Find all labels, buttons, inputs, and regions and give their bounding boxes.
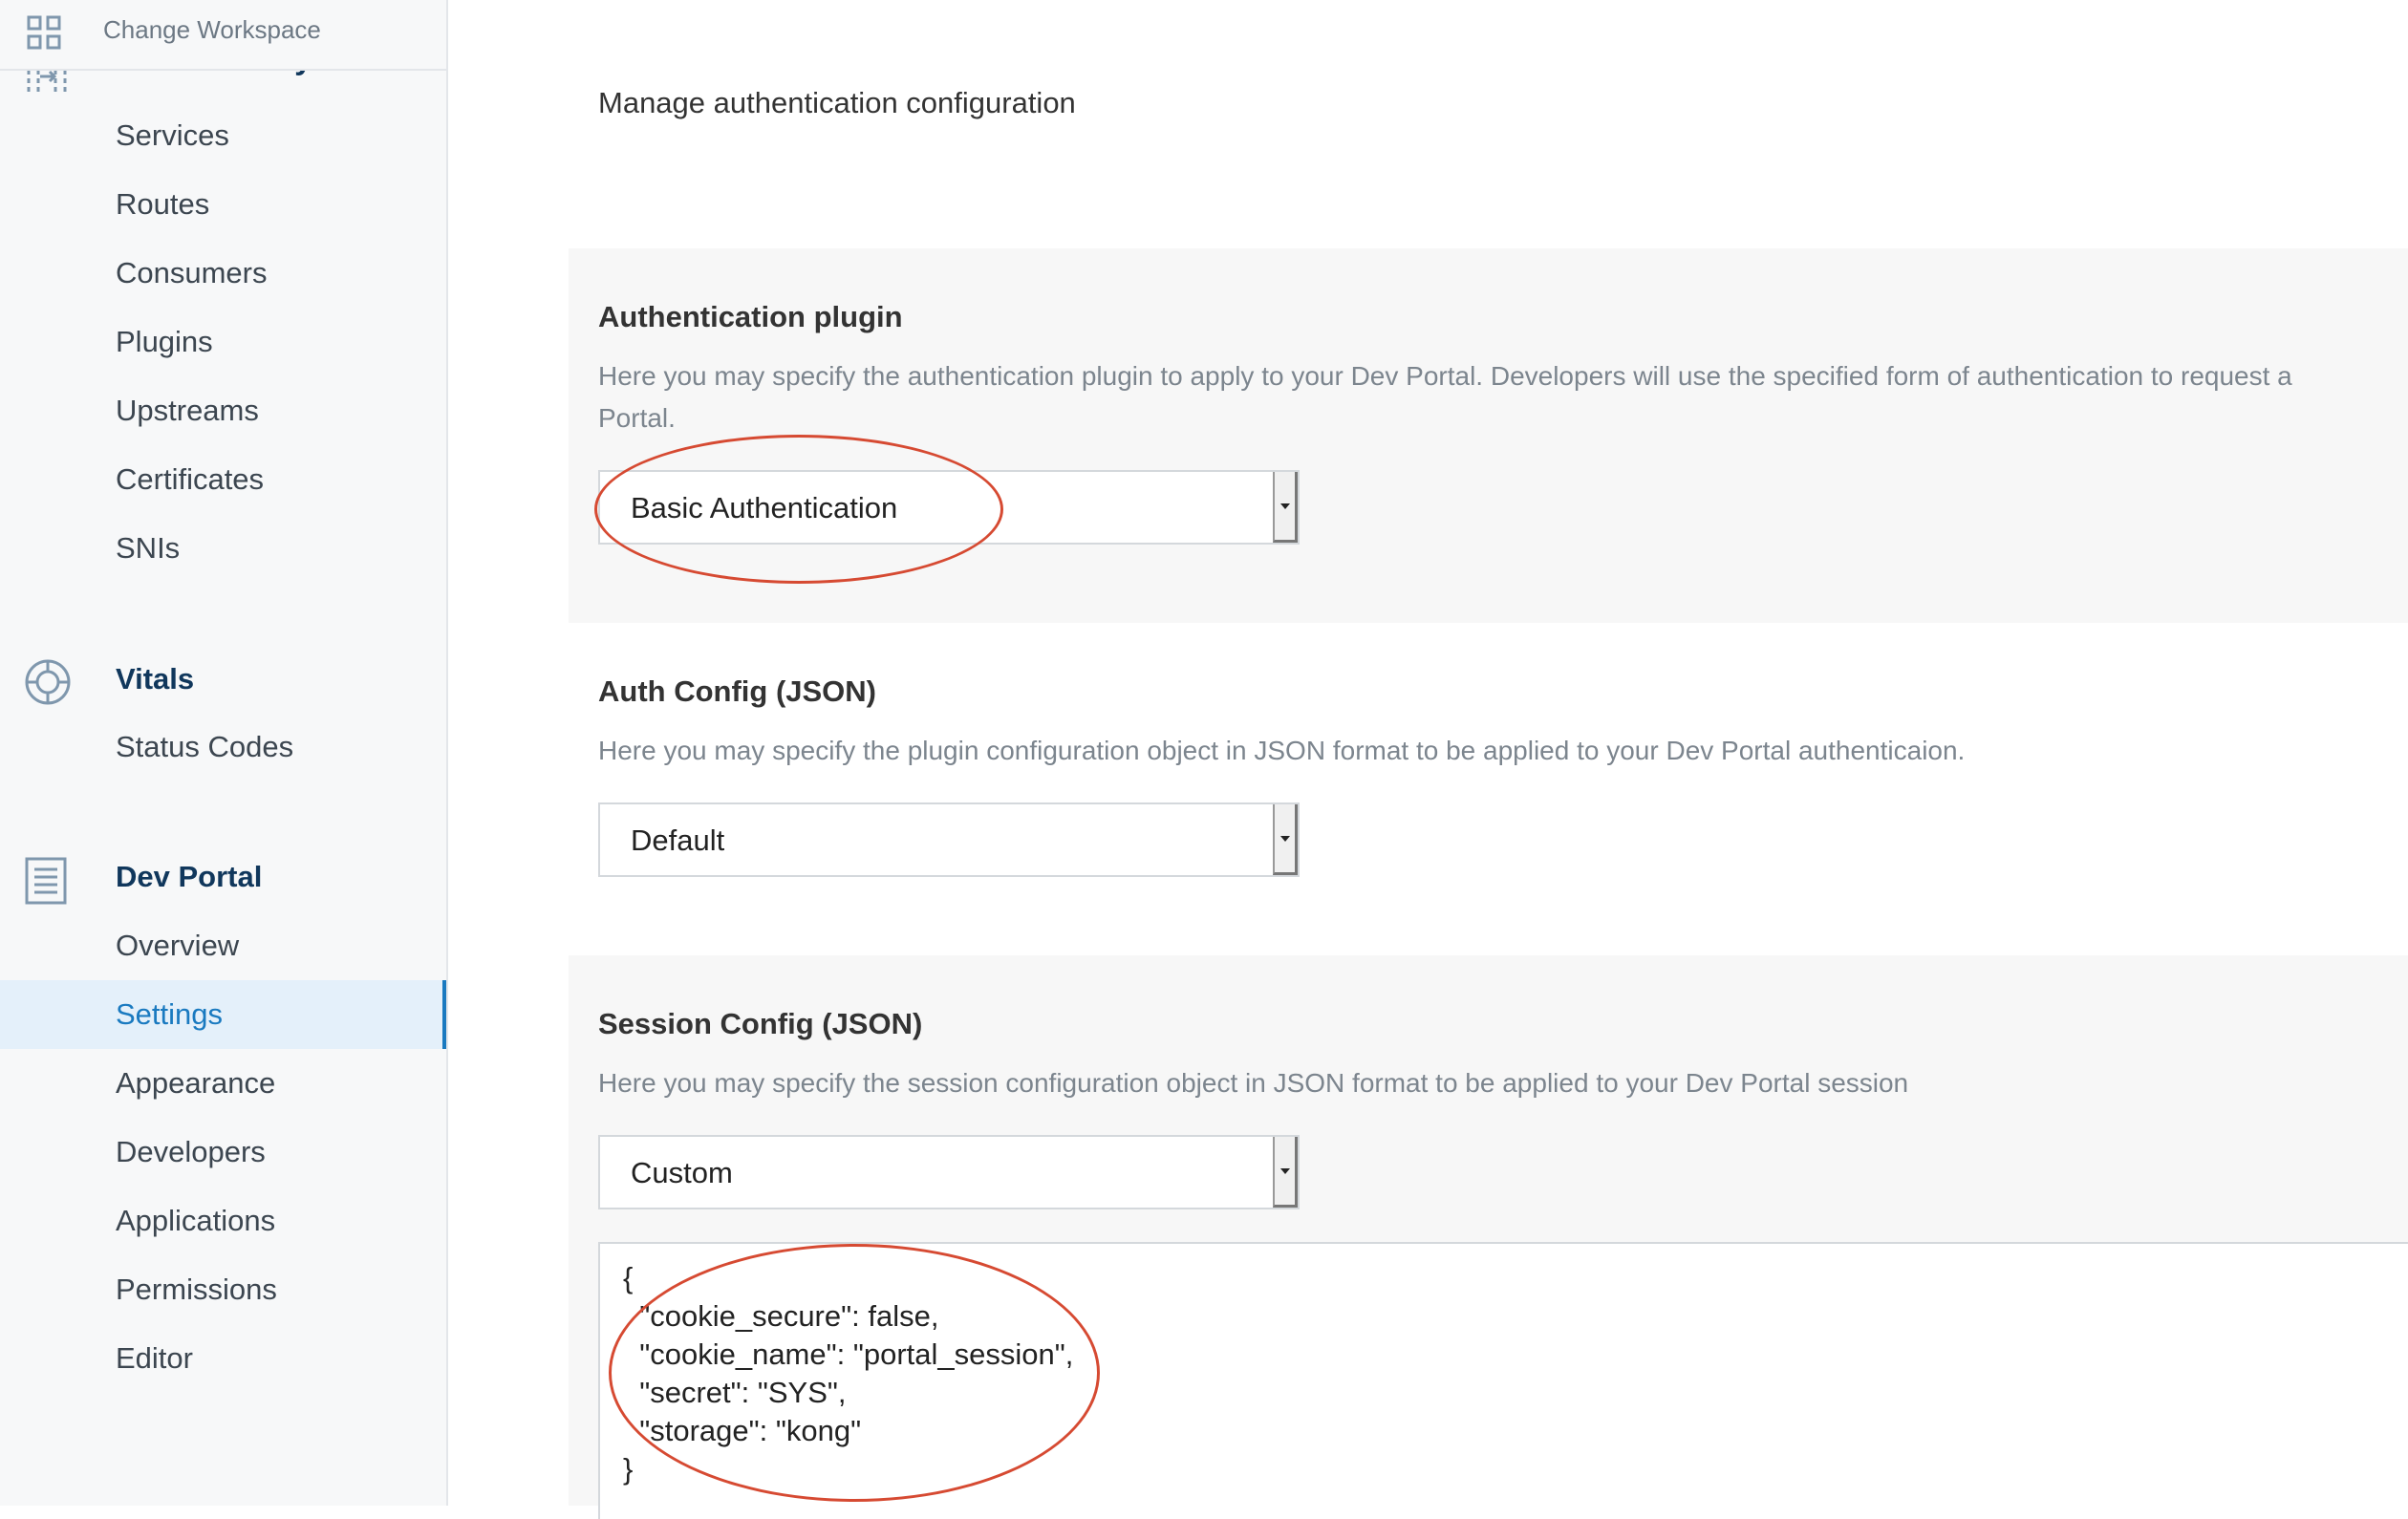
grid-icon: [27, 15, 61, 54]
sidebar-item-applications[interactable]: Applications: [0, 1187, 446, 1255]
sidebar-item-developers[interactable]: Developers: [0, 1118, 446, 1187]
auth-plugin-title: Authentication plugin: [598, 300, 903, 333]
sidebar-item-label: Settings: [116, 997, 224, 1031]
sidebar-item-snis[interactable]: SNIs: [0, 514, 446, 583]
sidebar-item-label: SNIs: [116, 531, 181, 565]
sidebar-item-label: Upstreams: [116, 394, 259, 427]
sidebar-item-label: Routes: [116, 187, 210, 221]
auth-plugin-description: Here you may specify the authentication …: [598, 355, 2408, 439]
session-config-selected-value: Custom: [631, 1156, 733, 1189]
code-line: "cookie_secure": false,: [623, 1299, 939, 1333]
sidebar-item-label: Developers: [116, 1135, 266, 1168]
auth-plugin-desc-line1: Here you may specify the authentication …: [598, 361, 2292, 391]
sidebar-item-label: Editor: [116, 1341, 193, 1375]
main-content: Manage authentication configuration Auth…: [448, 0, 2408, 1519]
sidebar-item-label: Appearance: [116, 1066, 276, 1100]
sidebar-item-consumers[interactable]: Consumers: [0, 239, 446, 308]
sidebar-item-label: Overview: [116, 929, 240, 962]
sidebar-item-editor[interactable]: Editor: [0, 1324, 446, 1393]
lifebuoy-icon: [23, 657, 73, 712]
sidebar-item-services[interactable]: Services: [0, 101, 446, 170]
sidebar-item-upstreams[interactable]: Upstreams: [0, 376, 446, 445]
workspace-bar[interactable]: Change Workspace: [0, 0, 446, 71]
session-config-title: Session Config (JSON): [598, 1007, 923, 1040]
sidebar: Change Workspace API Gateway Services Ro…: [0, 0, 448, 1506]
auth-plugin-desc-line2: Portal.: [598, 403, 676, 433]
code-line: "cookie_name": "portal_session",: [623, 1337, 1074, 1371]
dropdown-arrow-icon[interactable]: [1273, 804, 1298, 875]
auth-plugin-select[interactable]: Basic Authentication: [598, 470, 1300, 545]
sidebar-item-certificates[interactable]: Certificates: [0, 445, 446, 514]
sidebar-item-permissions[interactable]: Permissions: [0, 1255, 446, 1324]
sidebar-item-overview[interactable]: Overview: [0, 911, 446, 980]
sidebar-item-label: Permissions: [116, 1273, 277, 1306]
sidebar-item-status-codes[interactable]: Status Codes: [0, 713, 446, 781]
sidebar-item-routes[interactable]: Routes: [0, 170, 446, 239]
code-line: "storage": "kong": [623, 1414, 862, 1447]
dropdown-arrow-icon[interactable]: [1273, 1137, 1298, 1208]
sidebar-item-label: Consumers: [116, 256, 268, 289]
auth-config-title: Auth Config (JSON): [598, 674, 877, 708]
dropdown-arrow-icon[interactable]: [1273, 472, 1298, 543]
sidebar-item-label: Plugins: [116, 325, 213, 358]
sidebar-item-settings[interactable]: Settings: [0, 980, 446, 1049]
sidebar-item-label: Applications: [116, 1204, 276, 1237]
page-subtitle: Manage authentication configuration: [598, 86, 1076, 119]
sidebar-item-appearance[interactable]: Appearance: [0, 1049, 446, 1118]
code-line: {: [623, 1261, 634, 1294]
auth-config-description: Here you may specify the plugin configur…: [598, 736, 1966, 765]
code-line: "secret": "SYS",: [623, 1376, 847, 1409]
sidebar-item-label: Services: [116, 118, 229, 152]
code-line: }: [623, 1452, 634, 1486]
session-config-select[interactable]: Custom: [598, 1135, 1300, 1209]
session-config-json-editor[interactable]: { "cookie_secure": false, "cookie_name":…: [598, 1242, 2408, 1519]
sidebar-item-label: Status Codes: [116, 730, 294, 763]
change-workspace-label[interactable]: Change Workspace: [103, 15, 321, 45]
auth-config-selected-value: Default: [631, 824, 725, 857]
auth-config-select[interactable]: Default: [598, 802, 1300, 877]
session-config-description: Here you may specify the session configu…: [598, 1068, 1909, 1098]
auth-plugin-selected-value: Basic Authentication: [631, 491, 898, 524]
sidebar-item-label: Certificates: [116, 462, 265, 496]
dev-portal-heading[interactable]: Dev Portal: [116, 860, 262, 894]
sidebar-item-plugins[interactable]: Plugins: [0, 308, 446, 376]
vitals-heading[interactable]: Vitals: [116, 662, 194, 696]
document-icon: [23, 856, 69, 910]
